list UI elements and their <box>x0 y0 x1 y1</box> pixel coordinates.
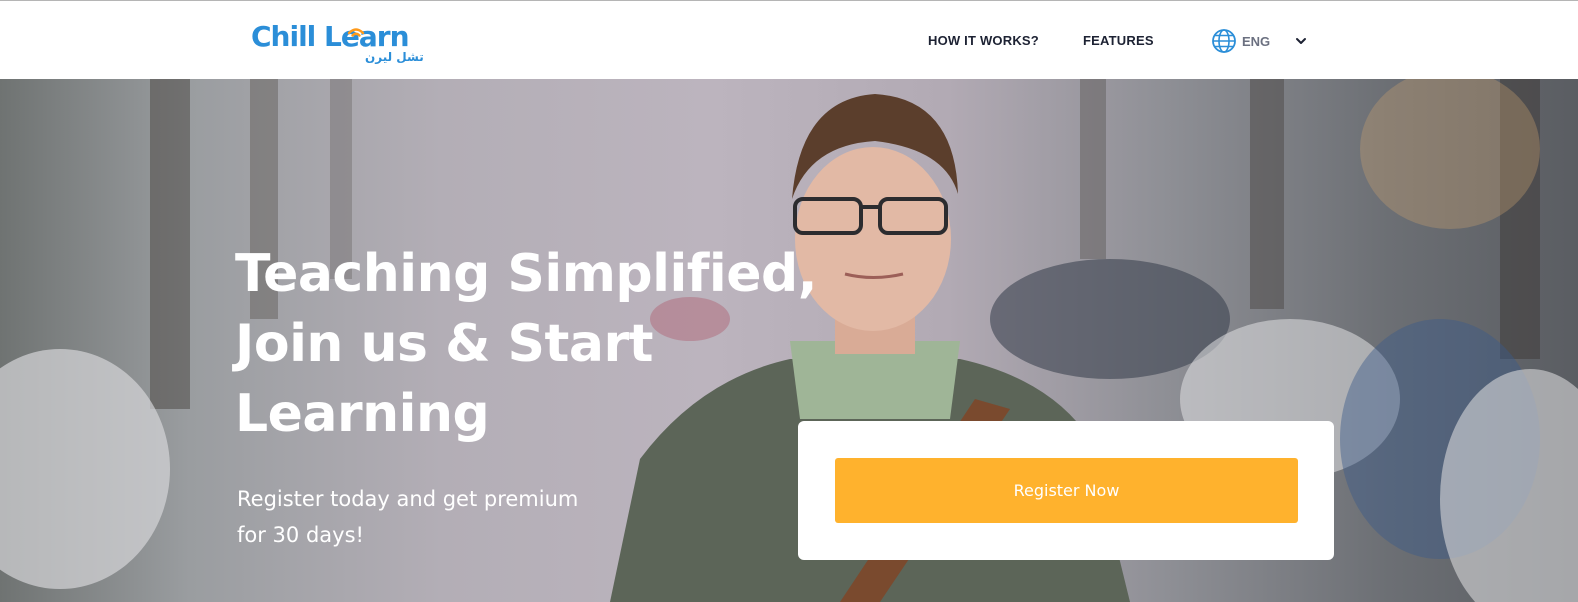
hero-title-line: Learning <box>235 384 490 444</box>
hero-subtitle: Register today and get premium for 30 da… <box>237 481 657 553</box>
nav-how-it-works[interactable]: HOW IT WORKS? <box>928 32 1039 50</box>
hero-title: Teaching Simplified, Join us & Start Lea… <box>235 239 875 449</box>
hero-title-line: Join us & Start <box>235 314 653 374</box>
hero-subtitle-line: Register today and get premium <box>237 487 579 511</box>
register-now-button[interactable]: Register Now <box>835 458 1298 523</box>
hero-section: Teaching Simplified, Join us & Start Lea… <box>0 79 1578 602</box>
hero-subtitle-line: for 30 days! <box>237 523 364 547</box>
brand-logo-arabic: تشل ليرن <box>365 50 424 64</box>
brand-logo-text: Chill Learn <box>251 20 410 53</box>
wifi-signal-icon <box>347 28 365 37</box>
hero-title-line: Teaching Simplified, <box>235 244 817 304</box>
language-label: ENG <box>1242 34 1271 49</box>
top-navbar: Chill Learn تشل ليرن HOW IT WORKS? FEATU… <box>0 0 1578 79</box>
brand-logo[interactable]: Chill Learn تشل ليرن <box>251 20 424 68</box>
globe-icon <box>1212 29 1236 53</box>
register-card: Register Now <box>798 421 1334 560</box>
nav-features[interactable]: FEATURES <box>1083 32 1154 50</box>
language-selector[interactable]: ENG <box>1211 28 1311 54</box>
chevron-down-icon[interactable] <box>1295 35 1307 47</box>
